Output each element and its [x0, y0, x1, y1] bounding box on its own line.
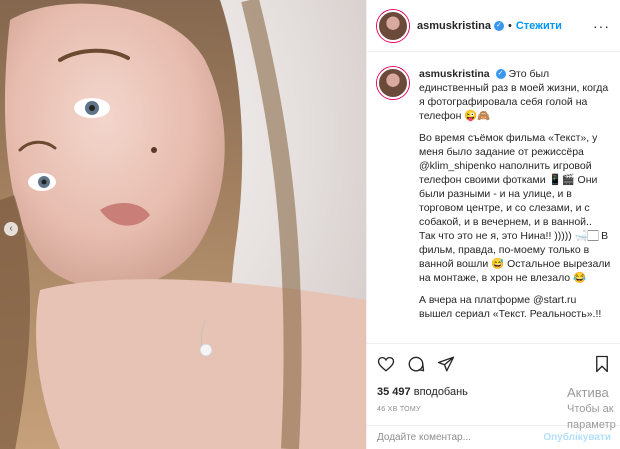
post-header: asmuskristina ✓ • Стежити ···: [367, 0, 620, 52]
bookmark-icon[interactable]: [593, 355, 611, 373]
verified-icon: ✓: [493, 20, 504, 31]
heart-icon[interactable]: [377, 355, 395, 373]
comments-section: asmuskristina ✓ Это был единственный раз…: [367, 53, 620, 343]
photo-illustration: [0, 0, 366, 449]
caption-paragraph-2: Во время съёмок фильма «Текст», у меня б…: [419, 132, 611, 284]
likes-number: 35 497: [377, 386, 411, 398]
add-comment-bar: Додайте коментар... Опублікувати: [367, 425, 620, 449]
verified-icon: ✓: [495, 69, 506, 80]
caption-avatar[interactable]: [377, 67, 409, 99]
actions-bar: 35 497 вподобань 46 ХВ ТОМУ: [367, 343, 620, 413]
avatar[interactable]: [377, 9, 409, 42]
prev-arrow-icon[interactable]: ‹: [4, 222, 18, 236]
publish-button[interactable]: Опублікувати: [543, 432, 611, 443]
comment-icon[interactable]: [407, 355, 425, 373]
likes-count[interactable]: 35 497 вподобань: [377, 386, 611, 398]
caption-paragraph-1: asmuskristina ✓ Это был единственный раз…: [419, 67, 611, 123]
post-panel: asmuskristina ✓ • Стежити ··· asmuskrist…: [366, 0, 620, 449]
caption-paragraph-3: А вчера на платформе @start.ru вышел сер…: [419, 294, 602, 320]
username[interactable]: asmuskristina: [417, 20, 491, 32]
caption-username[interactable]: asmuskristina: [419, 68, 490, 80]
post-photo[interactable]: ‹: [0, 0, 366, 449]
post-time[interactable]: 46 ХВ ТОМУ: [377, 406, 611, 413]
more-icon[interactable]: ···: [593, 18, 610, 34]
likes-label: вподобань: [413, 386, 468, 398]
share-icon[interactable]: [437, 355, 455, 373]
caption: asmuskristina ✓ Это был единственный раз…: [419, 67, 611, 343]
separator-dot: •: [507, 19, 512, 32]
follow-button[interactable]: Стежити: [516, 20, 562, 32]
comment-input[interactable]: Додайте коментар...: [377, 432, 471, 443]
